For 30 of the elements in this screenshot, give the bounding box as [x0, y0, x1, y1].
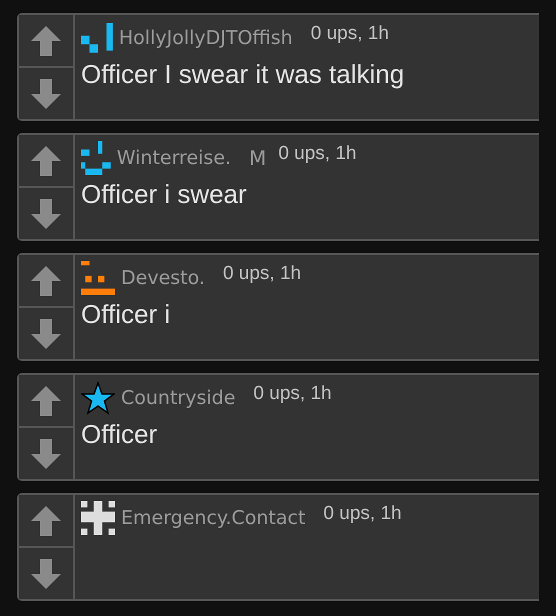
downvote-button[interactable] [19, 426, 73, 479]
down-arrow-icon [30, 198, 62, 230]
downvote-button[interactable] [19, 186, 73, 239]
down-arrow-icon [30, 318, 62, 350]
downvote-button[interactable] [19, 546, 73, 599]
mod-label: M [249, 146, 266, 170]
username-link[interactable]: Devesto. [121, 267, 205, 289]
username-link[interactable]: HollyJollyDJTOffish [118, 27, 293, 49]
downvote-button[interactable] [19, 66, 73, 119]
comment-text: Officer i [81, 299, 172, 330]
comment-text: Officer i swear [81, 179, 248, 210]
downvote-button[interactable] [19, 306, 73, 359]
comment-meta: 0 ups, 1h [323, 503, 402, 525]
down-arrow-icon [30, 438, 62, 470]
up-arrow-icon [30, 384, 62, 416]
up-arrow-icon [30, 264, 62, 296]
up-arrow-icon [30, 24, 62, 56]
comment-meta: 0 ups, 1h [278, 143, 356, 165]
comment-meta: 0 ups, 1h [310, 23, 389, 45]
username-link[interactable]: Countryside [121, 387, 236, 409]
up-arrow-icon [30, 504, 62, 536]
username-link[interactable]: Emergency.Contact [121, 507, 306, 529]
comment-text: Officer I swear it was talking [81, 59, 406, 90]
down-arrow-icon [30, 78, 62, 110]
down-arrow-icon [30, 558, 62, 590]
comment-text: Officer [81, 419, 158, 450]
comment-meta: 0 ups, 1h [253, 383, 332, 405]
up-arrow-icon [30, 144, 62, 176]
comment-meta: 0 ups, 1h [222, 263, 302, 285]
username-link[interactable]: Winterreise. [116, 147, 232, 169]
